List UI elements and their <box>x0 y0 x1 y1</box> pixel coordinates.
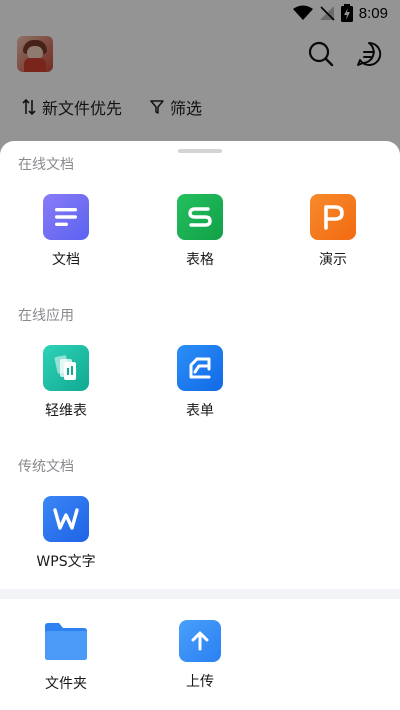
doc-label: 文档 <box>52 252 80 268</box>
create-sheet-button[interactable]: 表格 <box>145 194 255 269</box>
folder-label: 文件夹 <box>45 676 87 692</box>
slides-icon <box>310 194 356 240</box>
section-title-traditional-docs: 传统文档 <box>18 459 74 475</box>
wps-writer-icon <box>43 496 89 542</box>
new-folder-button[interactable]: 文件夹 <box>11 618 121 693</box>
create-lightsheet-button[interactable]: 轻维表 <box>11 345 121 420</box>
form-icon <box>177 345 223 391</box>
folder-icon <box>43 618 89 664</box>
doc-icon <box>43 194 89 240</box>
lightsheet-label: 轻维表 <box>45 403 87 419</box>
section-divider <box>0 589 400 599</box>
sheet-icon <box>177 194 223 240</box>
section-title-online-docs: 在线文档 <box>18 157 74 173</box>
slides-label: 演示 <box>319 252 347 268</box>
create-wps-writer-button[interactable]: WPS文字 <box>11 496 121 571</box>
upload-label: 上传 <box>186 674 214 690</box>
upload-icon <box>179 620 221 662</box>
upload-button[interactable]: 上传 <box>145 618 255 691</box>
create-doc-button[interactable]: 文档 <box>11 194 121 269</box>
lightsheet-icon <box>43 345 89 391</box>
create-form-button[interactable]: 表单 <box>145 345 255 420</box>
sheet-drag-handle[interactable] <box>178 149 222 153</box>
create-bottom-sheet: 在线文档 文档 表格 演示 在线应用 轻维表 表单 传统文档 WPS文字 文件夹… <box>0 141 400 710</box>
wps-writer-label: WPS文字 <box>36 554 96 570</box>
sheet-label: 表格 <box>186 252 214 268</box>
form-label: 表单 <box>186 403 214 419</box>
create-slides-button[interactable]: 演示 <box>278 194 388 269</box>
section-title-online-apps: 在线应用 <box>18 308 74 324</box>
